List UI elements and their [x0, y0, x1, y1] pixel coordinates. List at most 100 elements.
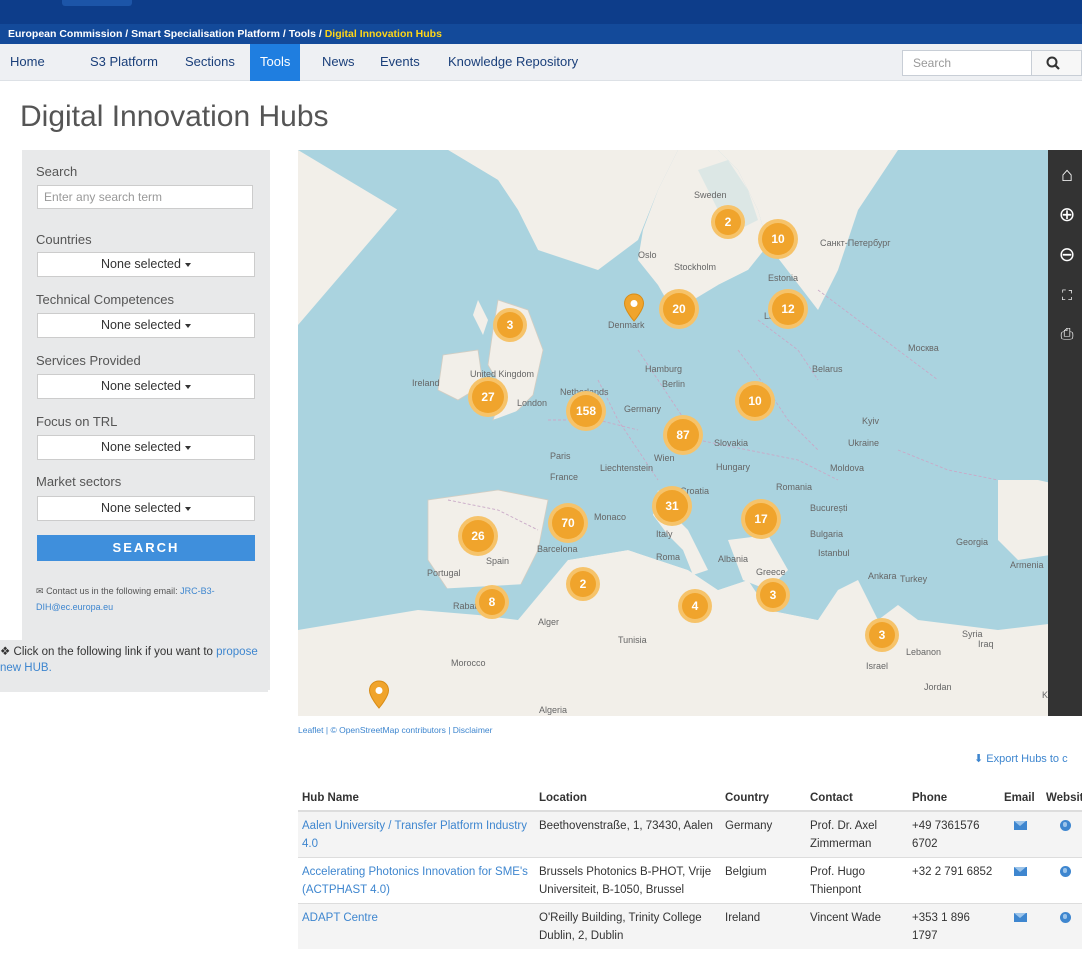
table-header-row: Hub Name Location Country Contact Phone … [298, 785, 1082, 812]
hub-cluster-marker[interactable]: 27 [468, 377, 508, 417]
map-place-label: Monaco [594, 512, 627, 522]
hub-cluster-count: 12 [772, 293, 804, 325]
hub-cluster-count: 20 [663, 293, 695, 325]
breadcrumb-link[interactable]: Tools [289, 28, 316, 40]
column-header[interactable]: Phone [908, 785, 1000, 812]
hub-cluster-marker[interactable]: 10 [758, 219, 798, 259]
nav-events[interactable]: Events [370, 44, 430, 81]
zoom-out-icon[interactable]: ⊖ [1054, 242, 1080, 268]
nav-tools[interactable]: Tools [250, 44, 301, 81]
download-icon: ⬇ [974, 753, 984, 765]
hub-name-link[interactable]: Accelerating Photonics Innovation for SM… [302, 866, 528, 896]
breadcrumb-link[interactable]: Smart Specialisation Platform [131, 28, 280, 40]
breadcrumb-separator: / [279, 28, 289, 40]
website-icon[interactable] [1060, 912, 1071, 923]
market-sectors-dropdown[interactable]: None selected [37, 496, 255, 521]
hubs-map[interactable]: Sweden Oslo Stockholm Санкт-Петербург Estoni… [298, 150, 1082, 716]
map-place-label: Syria [962, 629, 983, 639]
technical-competences-dropdown[interactable]: None selected [37, 313, 255, 338]
hub-contact: Prof. Dr. Axel Zimmerman [806, 810, 908, 858]
hub-cluster-marker[interactable]: 158 [566, 391, 606, 431]
fullscreen-icon[interactable]: ⛶ [1054, 282, 1080, 308]
column-header[interactable]: Websit [1042, 785, 1082, 812]
search-icon [1046, 56, 1060, 70]
email-icon[interactable] [1014, 867, 1027, 876]
home-icon[interactable]: ⌂ [1054, 162, 1080, 188]
hub-cluster-marker[interactable]: 3 [865, 618, 899, 652]
website-icon[interactable] [1060, 866, 1071, 877]
nav-news[interactable]: News [312, 44, 365, 81]
hub-cluster-count: 70 [552, 507, 584, 539]
hub-cluster-count: 10 [739, 385, 771, 417]
zoom-in-icon[interactable]: ⊕ [1054, 202, 1080, 228]
hub-cluster-marker[interactable]: 20 [659, 289, 699, 329]
search-term-input[interactable]: Enter any search term [37, 185, 253, 209]
nav-s3-platform[interactable]: S3 Platform [80, 44, 168, 81]
hub-cluster-marker[interactable]: 87 [663, 415, 703, 455]
hub-cluster-marker[interactable]: 2 [711, 205, 745, 239]
map-attribution[interactable]: Leaflet | © OpenStreetMap contributors |… [298, 725, 492, 735]
print-icon[interactable]: ⎙ [1054, 322, 1080, 348]
map-place-label: Roma [656, 552, 681, 562]
hub-cluster-count: 3 [869, 622, 895, 648]
caret-down-icon [184, 323, 191, 328]
map-place-label: Romania [776, 482, 813, 492]
hub-cluster-count: 8 [479, 589, 505, 615]
site-search-button[interactable] [1032, 50, 1082, 76]
map-place-label: Albania [718, 554, 749, 564]
hub-cluster-marker[interactable]: 2 [566, 567, 600, 601]
hub-cluster-marker[interactable]: 3 [756, 578, 790, 612]
hub-cluster-marker[interactable]: 70 [548, 503, 588, 543]
map-place-label: Portugal [427, 568, 461, 578]
hub-country: Belgium [721, 857, 806, 904]
hub-cluster-marker[interactable]: 4 [678, 589, 712, 623]
hub-name-link[interactable]: Aalen University / Transfer Platform Ind… [302, 820, 527, 850]
filter-sidebar: Search Enter any search term Countries N… [22, 150, 270, 690]
hub-cluster-marker[interactable]: 31 [652, 486, 692, 526]
map-place-label: Sweden [694, 190, 727, 200]
map-pin-icon[interactable] [368, 680, 390, 710]
hub-cluster-marker[interactable]: 3 [493, 308, 527, 342]
column-header[interactable]: Country [721, 785, 806, 812]
column-header[interactable]: Location [535, 785, 721, 812]
map-pin-icon[interactable] [623, 293, 645, 323]
info-icon: ❖ [0, 646, 11, 658]
map-place-label: Belarus [812, 364, 843, 374]
column-header[interactable]: Contact [806, 785, 908, 812]
countries-dropdown-value: None selected [101, 257, 181, 271]
hub-cluster-marker[interactable]: 10 [735, 381, 775, 421]
focus-on-trl-dropdown[interactable]: None selected [37, 435, 255, 460]
hub-cluster-marker[interactable]: 17 [741, 499, 781, 539]
map-place-label: Bulgaria [810, 529, 844, 539]
hub-cluster-count: 3 [760, 582, 786, 608]
email-icon[interactable] [1014, 821, 1027, 830]
map-place-label: Morocco [451, 658, 486, 668]
breadcrumb-link[interactable]: European Commission [8, 28, 122, 40]
map-place-label: București [810, 503, 848, 513]
export-hubs-link[interactable]: ⬇ Export Hubs to c [974, 752, 1068, 765]
caret-down-icon [184, 384, 191, 389]
hub-phone: +49 7361576 6702 [908, 810, 1000, 858]
nav-home[interactable]: Home [0, 44, 55, 81]
technical-competences-dropdown-value: None selected [101, 318, 181, 332]
hub-cluster-count: 31 [656, 490, 688, 522]
breadcrumb-current: Digital Innovation Hubs [324, 28, 442, 40]
website-icon[interactable] [1060, 820, 1071, 831]
map-place-label: Iraq [978, 639, 994, 649]
top-tab [62, 0, 132, 6]
nav-knowledge-repository[interactable]: Knowledge Repository [438, 44, 588, 81]
hub-cluster-marker[interactable]: 12 [768, 289, 808, 329]
countries-dropdown[interactable]: None selected [37, 252, 255, 277]
nav-sections[interactable]: Sections [175, 44, 245, 81]
column-header[interactable]: Hub Name [298, 785, 535, 812]
hub-name-link[interactable]: ADAPT Centre [302, 912, 378, 924]
search-button[interactable]: SEARCH [37, 535, 255, 561]
hub-cluster-count: 17 [745, 503, 777, 535]
hub-cluster-marker[interactable]: 26 [458, 516, 498, 556]
hub-cluster-marker[interactable]: 8 [475, 585, 509, 619]
column-header[interactable]: Email [1000, 785, 1042, 812]
email-icon[interactable] [1014, 913, 1027, 922]
map-place-label: Wien [654, 453, 675, 463]
site-search-input[interactable]: Search [902, 50, 1032, 76]
services-provided-dropdown[interactable]: None selected [37, 374, 255, 399]
